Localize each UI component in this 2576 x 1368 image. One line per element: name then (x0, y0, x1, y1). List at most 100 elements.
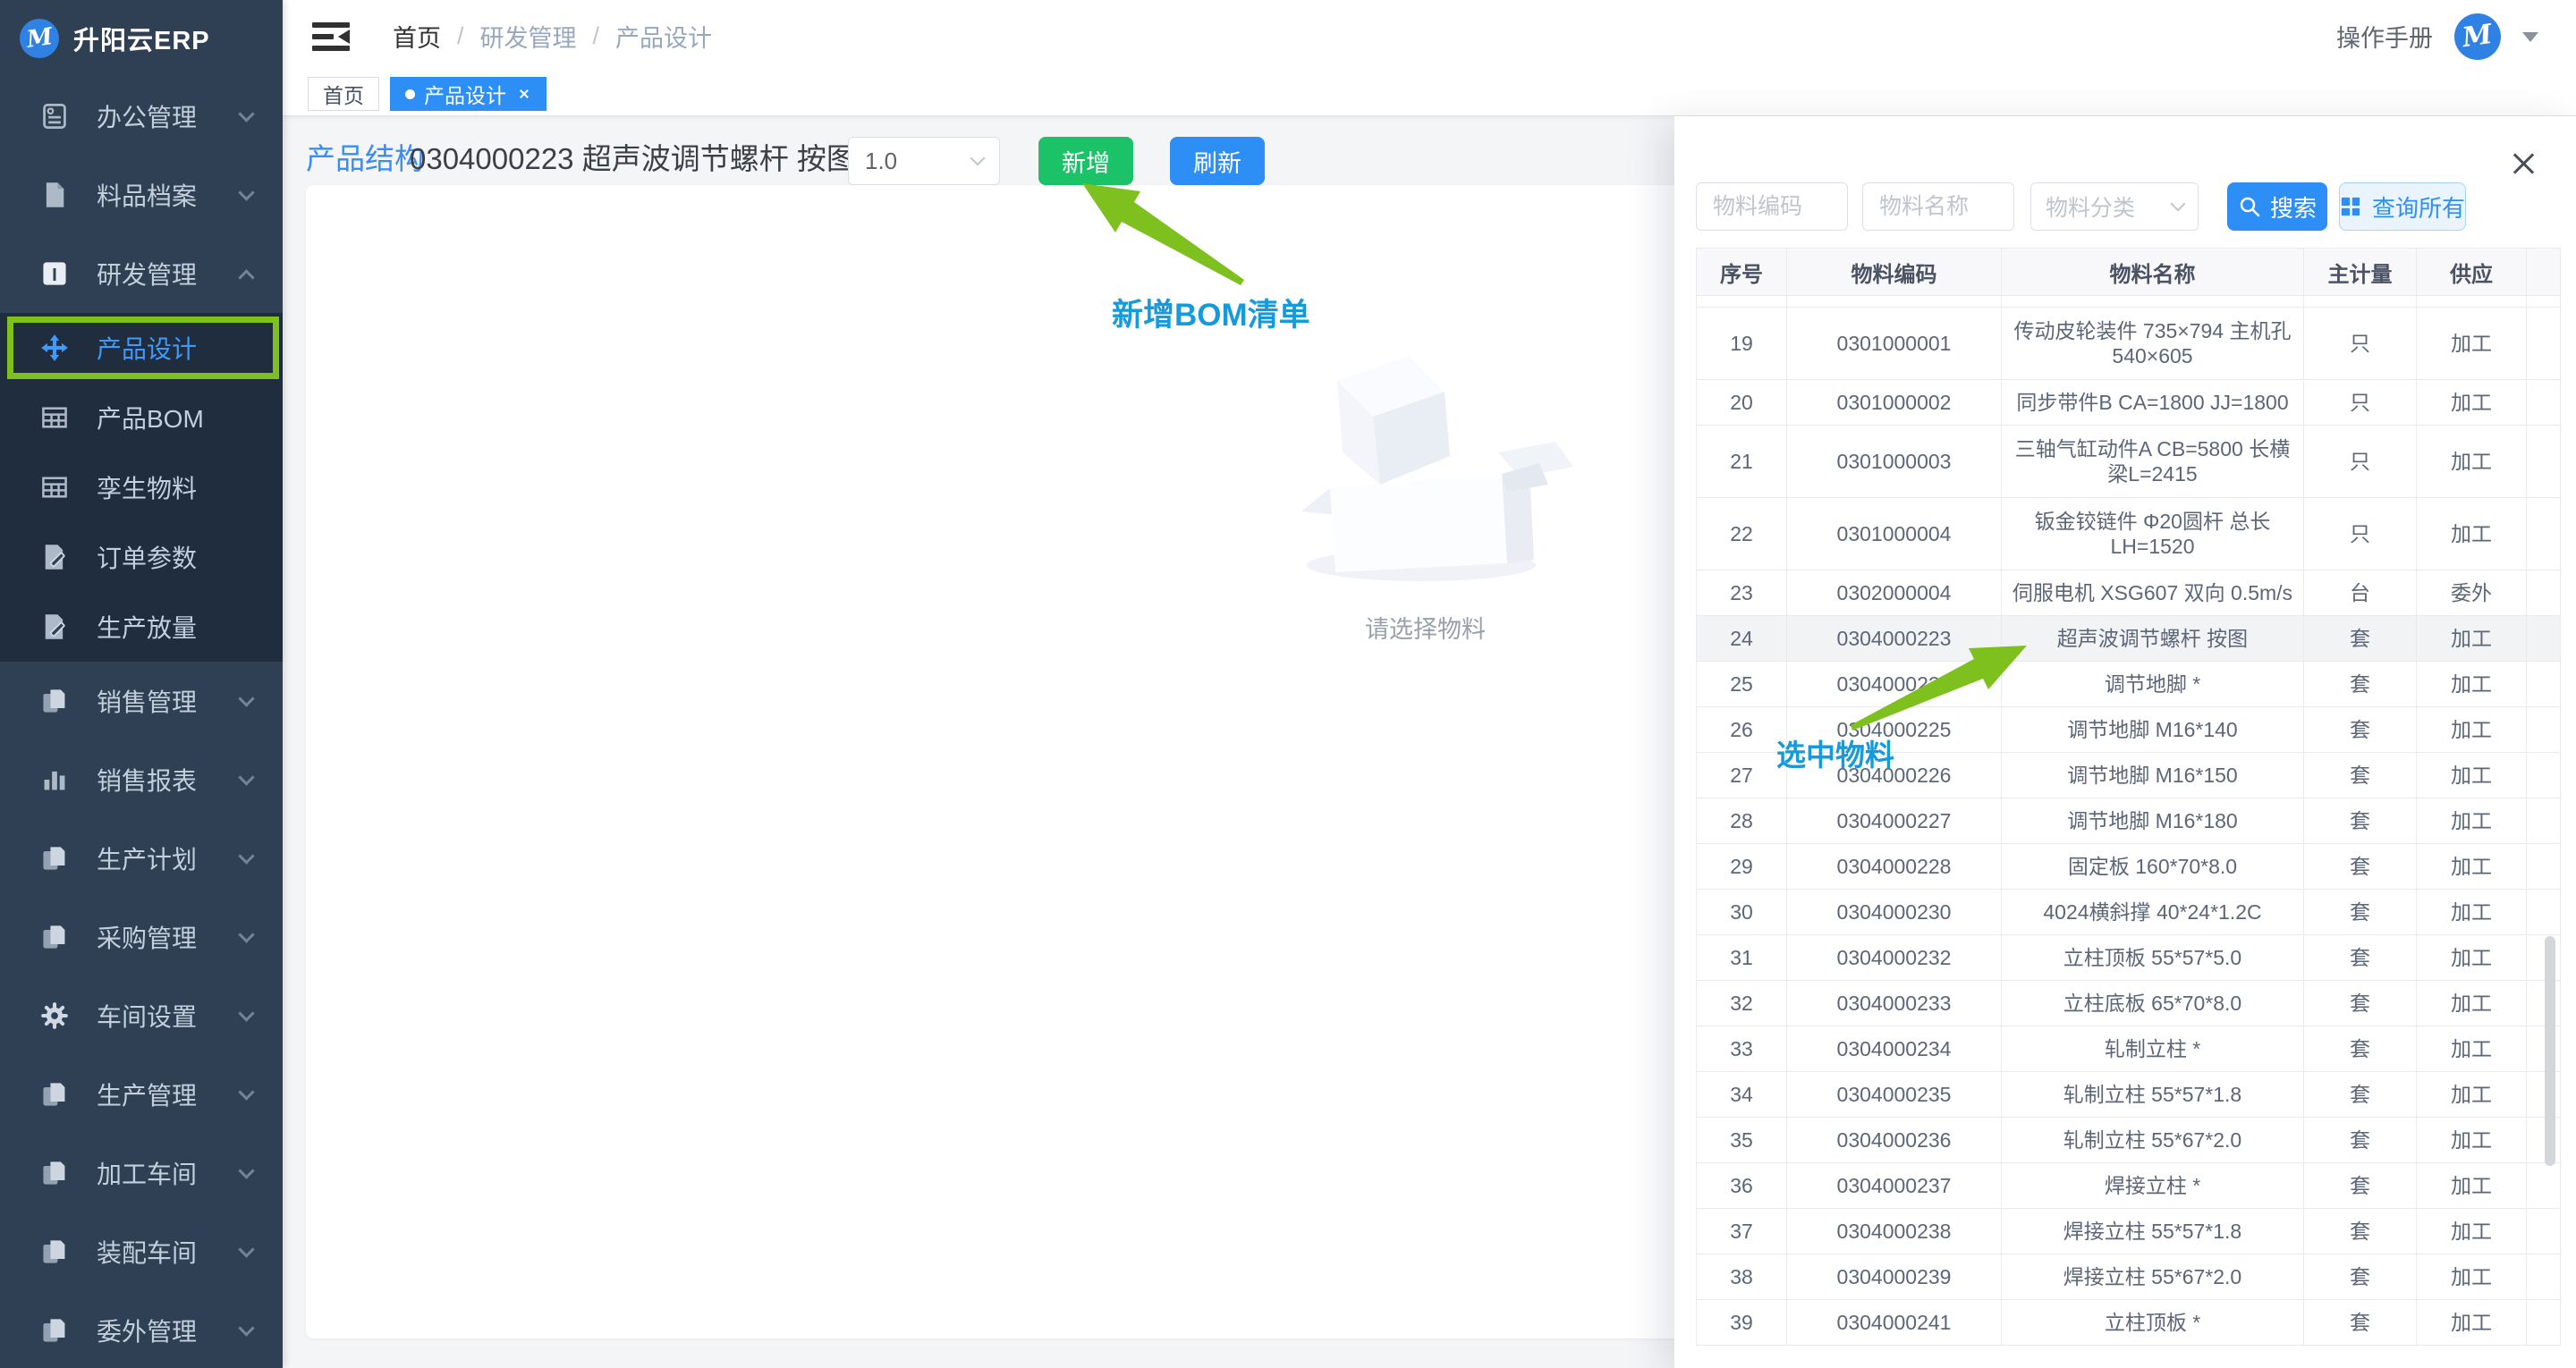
table-row[interactable]: 370304000238焊接立柱 55*57*1.8套加工 (1697, 1209, 2561, 1254)
chevron-down-icon (238, 184, 254, 200)
copy-pages-icon (39, 686, 70, 716)
table-row[interactable]: 330304000234轧制立柱 *套加工 (1697, 1026, 2561, 1072)
cell-extra (2527, 426, 2561, 498)
sidebar-item-生产放量[interactable]: 生产放量 (0, 592, 283, 662)
cell-unit: 套 (2304, 1209, 2417, 1254)
avatar[interactable]: M (2454, 13, 2501, 60)
tab-product-design[interactable]: 产品设计 (390, 77, 547, 111)
material-code-input[interactable] (1696, 182, 1848, 231)
sidebar-item-办公管理[interactable]: 办公管理 (0, 77, 283, 156)
sidebar-item-装配车间[interactable]: 装配车间 (0, 1212, 283, 1291)
table-row[interactable]: 3003040002304024横斜撑 40*24*1.2C套加工 (1697, 890, 2561, 935)
cell-supply: 加工 (2417, 753, 2527, 798)
cell-unit: 套 (2304, 890, 2417, 935)
empty-box-illustration (1233, 342, 1618, 583)
bar-chart-icon (39, 764, 70, 795)
table-row[interactable]: 280304000227调节地脚 M16*180套加工 (1697, 798, 2561, 844)
table-row[interactable]: 340304000235轧制立柱 55*57*1.8套加工 (1697, 1072, 2561, 1118)
cell-extra (2527, 498, 2561, 570)
breadcrumb-home[interactable]: 首页 (393, 19, 441, 54)
sidebar-item-委外管理[interactable]: 委外管理 (0, 1291, 283, 1368)
table-row[interactable]: 220301000004钣金铰链件 Φ20圆杆 总长LH=1520只加工 (1697, 498, 2561, 570)
cell-extra (2527, 1209, 2561, 1254)
hamburger-icon[interactable] (312, 21, 350, 53)
version-select[interactable]: 1.0 (848, 137, 1000, 185)
cell-unit: 只 (2304, 426, 2417, 498)
cell-supply: 委外 (2417, 570, 2527, 616)
table-row[interactable]: 240304000223超声波调节螺杆 按图套加工 (1697, 616, 2561, 662)
chevron-down-icon[interactable] (2522, 32, 2538, 50)
column-header: 供应 (2417, 249, 2527, 296)
sidebar-item-加工车间[interactable]: 加工车间 (0, 1134, 283, 1212)
cell-extra (2527, 890, 2561, 935)
search-button[interactable]: 搜索 (2227, 182, 2327, 231)
cell-unit: 套 (2304, 981, 2417, 1026)
chevron-down-icon (970, 151, 986, 166)
cell-code: 0304000225 (1787, 707, 2002, 753)
cell-name: 轧制立柱 55*57*1.8 (2002, 1072, 2304, 1118)
cell-supply: 加工 (2417, 662, 2527, 707)
table-row[interactable]: 350304000236轧制立柱 55*67*2.0套加工 (1697, 1118, 2561, 1163)
empty-text: 请选择物料 (1365, 610, 1486, 645)
material-category-select[interactable]: 物料分类 (2030, 182, 2199, 231)
breadcrumb-separator: / (457, 22, 464, 50)
app-logo[interactable]: M 升阳云ERP (0, 0, 283, 77)
table-row[interactable]: 310304000232立柱顶板 55*57*5.0套加工 (1697, 935, 2561, 981)
cell-extra (2527, 707, 2561, 753)
table-row[interactable]: 360304000237焊接立柱 *套加工 (1697, 1163, 2561, 1209)
tab-home[interactable]: 首页 (308, 77, 379, 111)
cell-code: 0304000235 (1787, 1072, 2002, 1118)
query-all-button[interactable]: 查询所有 (2339, 182, 2466, 231)
sidebar-item-产品BOM[interactable]: 产品BOM (0, 383, 283, 452)
version-value: 1.0 (865, 148, 897, 175)
table-row[interactable]: 380304000239焊接立柱 55*67*2.0套加工 (1697, 1254, 2561, 1300)
gear-icon (39, 1001, 70, 1031)
chevron-down-icon (238, 1005, 254, 1021)
cell-no: 38 (1697, 1254, 1787, 1300)
sidebar-item-生产计划[interactable]: 生产计划 (0, 819, 283, 898)
table-row[interactable]: 320304000233立柱底板 65*70*8.0套加工 (1697, 981, 2561, 1026)
sidebar-item-销售报表[interactable]: 销售报表 (0, 740, 283, 819)
cell-no: 22 (1697, 498, 1787, 570)
sidebar-item-生产管理[interactable]: 生产管理 (0, 1055, 283, 1134)
sidebar-item-孪生物料[interactable]: 孪生物料 (0, 452, 283, 522)
table-row[interactable]: 390304000241立柱顶板 *套加工 (1697, 1300, 2561, 1346)
cell-no: 25 (1697, 662, 1787, 707)
close-icon[interactable] (2508, 148, 2538, 179)
cell-code: 0304000230 (1787, 890, 2002, 935)
sidebar-item-label: 孪生物料 (97, 469, 259, 505)
scrollbar-thumb[interactable] (2545, 936, 2555, 1166)
breadcrumb-rd[interactable]: 研发管理 (480, 19, 577, 54)
sidebar-item-label: 委外管理 (97, 1313, 241, 1348)
cell-supply: 加工 (2417, 981, 2527, 1026)
sidebar-item-label: 办公管理 (97, 98, 241, 134)
sidebar-item-车间设置[interactable]: 车间设置 (0, 976, 283, 1055)
table-row[interactable]: 260304000225调节地脚 M16*140套加工 (1697, 707, 2561, 753)
cell-name: 轧制立柱 * (2002, 1026, 2304, 1072)
sidebar-item-采购管理[interactable]: 采购管理 (0, 898, 283, 976)
table-row[interactable]: 290304000228固定板 160*70*8.0套加工 (1697, 844, 2561, 890)
sidebar-item-label: 生产计划 (97, 840, 241, 876)
table-row[interactable]: 200301000002同步带件B CA=1800 JJ=1800只加工 (1697, 380, 2561, 426)
material-name-input[interactable] (1862, 182, 2014, 231)
sidebar-item-label: 车间设置 (97, 998, 241, 1034)
add-button[interactable]: 新增 (1038, 137, 1133, 185)
sidebar-item-产品设计[interactable]: 产品设计 (0, 313, 283, 383)
cell-extra (2527, 753, 2561, 798)
refresh-button[interactable]: 刷新 (1170, 137, 1265, 185)
sidebar-item-研发管理[interactable]: I研发管理 (0, 234, 283, 313)
table-row[interactable]: 230302000004伺服电机 XSG607 双向 0.5m/s台委外 (1697, 570, 2561, 616)
sidebar-item-label: 订单参数 (97, 539, 259, 575)
sidebar-item-label: 装配车间 (97, 1234, 241, 1270)
doc-edit-icon (39, 612, 70, 642)
table-row[interactable]: 270304000226调节地脚 M16*150套加工 (1697, 753, 2561, 798)
table-row[interactable]: 210301000003三轴气缸动件A CB=5800 长横梁L=2415只加工 (1697, 426, 2561, 498)
manual-link[interactable]: 操作手册 (2336, 19, 2433, 54)
table-row[interactable]: 250304000224调节地脚 *套加工 (1697, 662, 2561, 707)
sidebar-item-订单参数[interactable]: 订单参数 (0, 522, 283, 592)
table-row-partial (1697, 296, 2561, 308)
close-icon[interactable] (517, 87, 531, 101)
table-row[interactable]: 190301000001传动皮轮装件 735×794 主机孔540×605只加工 (1697, 308, 2561, 380)
sidebar-item-销售管理[interactable]: 销售管理 (0, 662, 283, 740)
sidebar-item-料品档案[interactable]: 料品档案 (0, 156, 283, 234)
